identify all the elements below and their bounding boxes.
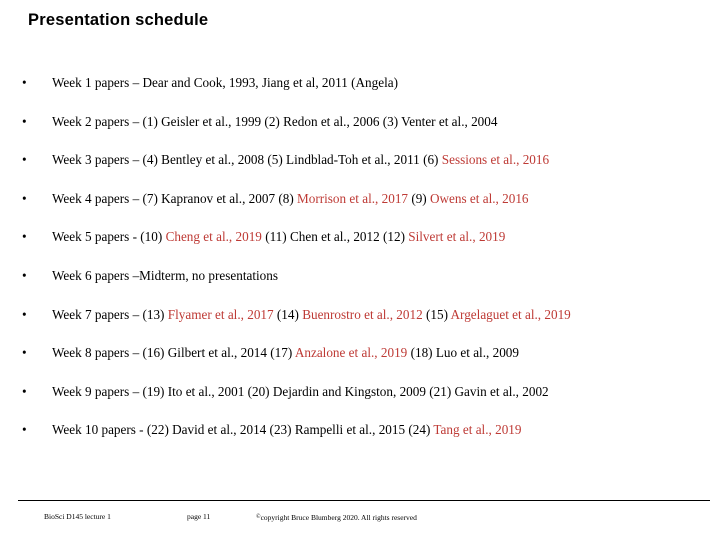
list-item-text: Week 10 papers - (22) David et al., 2014…	[52, 417, 521, 439]
list-item-week-5: • Week 5 papers - (10) Cheng et al., 2019…	[0, 224, 720, 263]
list-item-week-2: • Week 2 papers – (1) Geisler et al., 199…	[0, 109, 720, 148]
citation-plain: Week 6 papers –Midterm, no presentations	[52, 267, 278, 283]
citation-highlighted: Cheng et al., 2019	[165, 229, 262, 245]
list-item-week-4: • Week 4 papers – (7) Kapranov et al., 20…	[0, 186, 720, 225]
bullet-point-icon: •	[22, 422, 27, 438]
list-item-text: Week 6 papers –Midterm, no presentations	[52, 263, 278, 285]
list-item-text: Week 1 papers – Dear and Cook, 1993, Jia…	[52, 70, 398, 92]
list-item-week-8: • Week 8 papers – (16) Gilbert et al., 20…	[0, 340, 720, 379]
bullet-point-icon: •	[22, 190, 27, 206]
footer-copyright-text: copyright Bruce Blumberg 2020. All right…	[260, 513, 417, 522]
citation-plain: Week 3 papers – (4) Bentley et al., 2008…	[52, 152, 442, 168]
bullet-point-icon: •	[22, 75, 27, 90]
bullet-point-icon: •	[22, 229, 27, 245]
bullet-point-icon: •	[22, 152, 27, 168]
list-item-week-1: • Week 1 papers – Dear and Cook, 1993, Ji…	[0, 70, 720, 109]
footer-page-number: page 11	[187, 512, 211, 521]
citation-highlighted: Morrison et al., 2017	[297, 190, 409, 206]
list-item-text: Week 9 papers – (19) Ito et al., 2001 (2…	[52, 379, 549, 401]
list-item-week-10: • Week 10 papers - (22) David et al., 201…	[0, 417, 720, 456]
list-item-text: Week 2 papers – (1) Geisler et al., 1999…	[52, 109, 497, 131]
bullet-point-icon: •	[22, 113, 27, 129]
footer-divider	[18, 500, 710, 501]
citation-plain: Week 8 papers – (16) Gilbert et al., 201…	[52, 345, 295, 361]
citation-highlighted: Tang et al., 2019	[433, 422, 522, 438]
citation-plain: Week 9 papers – (19) Ito et al., 2001 (2…	[52, 383, 549, 399]
citation-highlighted: Flyamer et al., 2017	[167, 306, 274, 322]
citation-plain: (15)	[422, 306, 451, 322]
citation-highlighted: Anzalone et al., 2019	[294, 345, 408, 361]
citation-plain: (9)	[408, 190, 430, 206]
citation-highlighted: Owens et al., 2016	[430, 190, 529, 206]
list-item-text: Week 7 papers – (13) Flyamer et al., 201…	[52, 302, 571, 324]
list-item-week-7: • Week 7 papers – (13) Flyamer et al., 20…	[0, 302, 720, 341]
list-item-text: Week 4 papers – (7) Kapranov et al., 200…	[52, 186, 529, 208]
slide-footer: BioSci D145 lecture 1 page 11 ©copyright…	[0, 511, 720, 531]
bullet-point-icon: •	[22, 383, 27, 399]
bullet-point-icon: •	[22, 306, 27, 322]
list-item-text: Week 3 papers – (4) Bentley et al., 2008…	[52, 147, 549, 169]
citation-highlighted: Sessions et al., 2016	[441, 152, 550, 168]
citation-plain: (14)	[273, 306, 303, 322]
page-title: Presentation schedule	[28, 11, 209, 29]
citation-plain: Week 1 papers – Dear and Cook, 1993, Jia…	[52, 75, 398, 90]
slide-canvas: Presentation schedule • Week 1 papers – D…	[0, 0, 720, 540]
list-item-week-3: • Week 3 papers – (4) Bentley et al., 200…	[0, 147, 720, 186]
citation-plain: Week 10 papers - (22) David et al., 2014…	[52, 422, 434, 438]
citation-plain: (11) Chen et al., 2012 (12)	[261, 229, 409, 245]
citation-highlighted: Silvert et al., 2019	[408, 229, 506, 245]
list-item-text: Week 5 papers - (10) Cheng et al., 2019 …	[52, 224, 505, 246]
citation-highlighted: Argelaguet et al., 2019	[450, 306, 571, 322]
list-item-week-9: • Week 9 papers – (19) Ito et al., 2001 (…	[0, 379, 720, 418]
footer-course-label: BioSci D145 lecture 1	[44, 512, 111, 521]
presentation-schedule-list: • Week 1 papers – Dear and Cook, 1993, Ji…	[0, 70, 720, 456]
bullet-point-icon: •	[22, 345, 27, 361]
bullet-point-icon: •	[22, 267, 27, 283]
citation-plain: Week 4 papers – (7) Kapranov et al., 200…	[52, 190, 298, 206]
list-item-week-6: • Week 6 papers –Midterm, no presentation…	[0, 263, 720, 302]
citation-plain: Week 5 papers - (10)	[52, 229, 166, 245]
citation-plain: Week 7 papers – (13)	[52, 306, 168, 322]
citation-plain: (18) Luo et al., 2009	[407, 345, 519, 361]
footer-copyright: ©copyright Bruce Blumberg 2020. All righ…	[256, 511, 417, 524]
citation-highlighted: Buenrostro et al., 2012	[302, 306, 423, 322]
citation-plain: Week 2 papers – (1) Geisler et al., 1999…	[52, 113, 498, 129]
list-item-text: Week 8 papers – (16) Gilbert et al., 201…	[52, 340, 519, 362]
